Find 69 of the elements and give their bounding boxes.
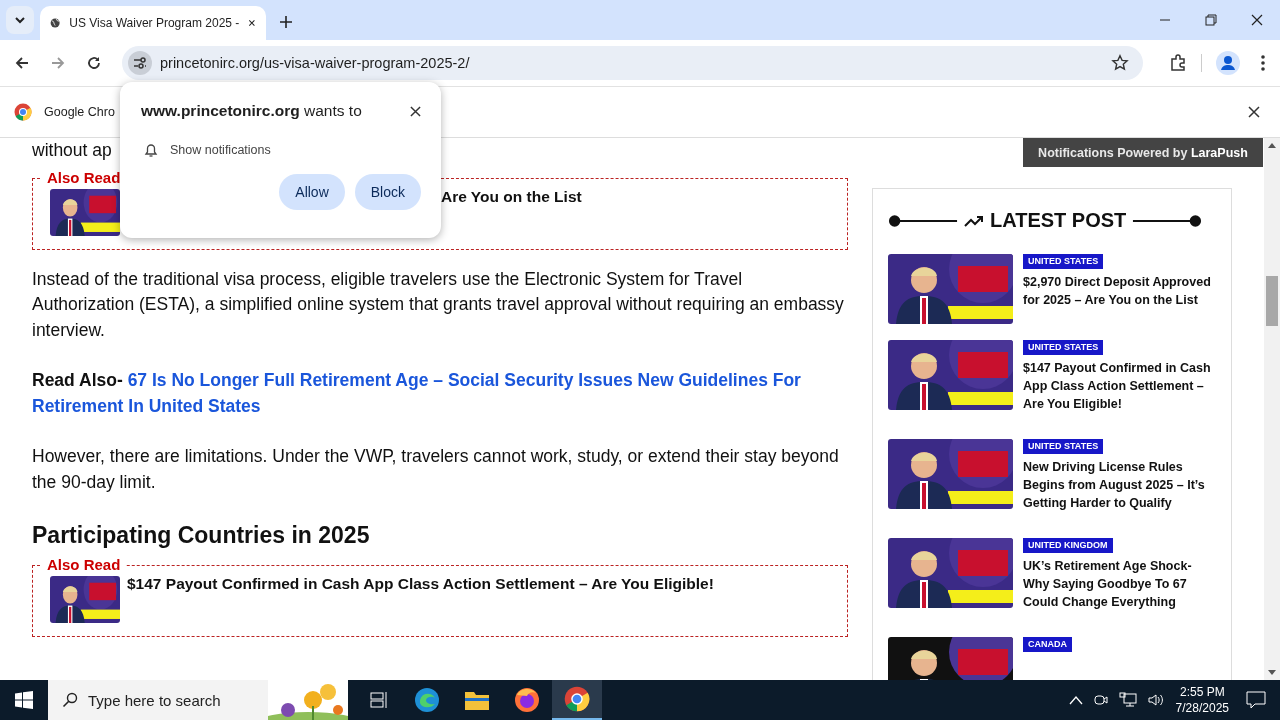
clock-time[interactable]: 2:55 PM xyxy=(1179,684,1225,700)
sidebar-title: LATEST POST xyxy=(990,209,1127,232)
close-icon[interactable] xyxy=(1248,106,1260,118)
bell-icon xyxy=(144,142,158,158)
profile-icon[interactable] xyxy=(1216,51,1240,75)
section-heading: Participating Countries in 2025 xyxy=(32,521,371,550)
scroll-up-icon[interactable] xyxy=(1268,142,1276,148)
notification-banner: Notifications Powered by LaraPush xyxy=(1023,138,1263,167)
windows-icon[interactable] xyxy=(15,691,33,709)
reload-icon[interactable] xyxy=(86,55,102,71)
post-link[interactable]: UK’s Retirement Age Shock- Why Saying Goodbye To 67 Could Change Everything xyxy=(1023,557,1216,611)
forward-icon[interactable] xyxy=(50,55,66,71)
puzzle-icon[interactable] xyxy=(1169,54,1187,72)
chrome-icon xyxy=(564,686,590,712)
popup-title: www.princetonirc.org wants to xyxy=(141,102,362,120)
edge-icon[interactable] xyxy=(414,687,440,713)
tab-title: US Visa Waiver Program 2025 - xyxy=(69,16,240,30)
close-icon[interactable] xyxy=(1251,14,1263,26)
category-tag[interactable]: CANADA xyxy=(1023,637,1072,652)
permission-label: Show notifications xyxy=(170,143,271,157)
post-link[interactable]: New Driving License Rules Begins from August 2025 – It’s Getting Harder to Qualify xyxy=(1023,458,1216,512)
search-icon xyxy=(62,692,78,708)
chevron-up-icon[interactable] xyxy=(1068,695,1083,705)
paragraph: Instead of the traditional visa process, eligible travelers use the Electronic System for Travel Authorization (ESTA), a simplified online system that grants travel approval without requiring an embassy interview. xyxy=(32,267,845,342)
close-icon[interactable] xyxy=(410,105,421,117)
menu-icon[interactable] xyxy=(1260,54,1266,72)
clock-date[interactable]: 7/28/2025 xyxy=(1175,700,1229,716)
browser-tab[interactable]: US Visa Waiver Program 2025 - xyxy=(40,6,266,40)
site-settings-icon[interactable] xyxy=(132,55,148,71)
trending-icon xyxy=(964,213,984,228)
volume-icon[interactable] xyxy=(1146,692,1165,708)
divider-line xyxy=(1132,213,1203,228)
address-bar[interactable]: princetonirc.org/us-visa-waiver-program-2025-2/ xyxy=(122,46,1143,80)
taskbar-search-field[interactable]: Type here to search xyxy=(48,680,348,720)
taskbar-chrome-button[interactable] xyxy=(552,680,602,720)
star-icon[interactable] xyxy=(1111,54,1129,72)
url-text: princetonirc.org/us-visa-waiver-program-2025-2/ xyxy=(160,55,470,71)
chevron-down-icon xyxy=(14,14,26,26)
paragraph: without ap xyxy=(32,139,112,162)
divider-line xyxy=(888,213,958,228)
close-icon[interactable] xyxy=(248,17,256,29)
back-icon[interactable] xyxy=(14,55,30,71)
folder-icon[interactable] xyxy=(464,689,490,711)
firefox-icon[interactable] xyxy=(514,687,540,713)
post-link[interactable]: $2,970 Direct Deposit Approved for 2025 – Are You on the List xyxy=(1023,273,1216,309)
allow-button[interactable]: Allow xyxy=(279,174,345,210)
search-input[interactable]: Type here to search xyxy=(88,680,268,720)
scrollbar[interactable] xyxy=(1264,138,1280,680)
category-tag[interactable]: UNITED STATES xyxy=(1023,340,1104,355)
infobar-text: Google Chro xyxy=(44,105,115,119)
category-tag[interactable]: UNITED STATES xyxy=(1023,439,1104,454)
block-button[interactable]: Block xyxy=(354,174,421,210)
restore-icon[interactable] xyxy=(1205,14,1217,26)
also-read-link[interactable]: $147 Payout Confirmed in Cash App Class Action Settlement – Are You Eligible! xyxy=(127,575,714,593)
task-view-icon[interactable] xyxy=(370,691,390,709)
category-tag[interactable]: UNITED KINGDOM xyxy=(1023,538,1113,553)
read-also-link[interactable]: Read Also- 67 Is No Longer Full Retirement Age – Social Security Issues New Guidelines For Retirement In United States xyxy=(32,368,848,419)
notification-icon[interactable] xyxy=(1246,691,1266,709)
tab-list-button[interactable] xyxy=(6,6,34,34)
new-tab-icon[interactable] xyxy=(279,15,293,29)
scroll-down-icon[interactable] xyxy=(1268,670,1276,676)
also-read-link[interactable]: Are You on the List xyxy=(441,187,582,206)
scrollbar-thumb[interactable] xyxy=(1266,276,1278,326)
network-icon[interactable] xyxy=(1118,692,1137,708)
paragraph: However, there are limitations. Under the VWP, travelers cannot work, study, or extend their stay beyond the 90-day limit. xyxy=(32,445,840,494)
post-link[interactable]: $147 Payout Confirmed in Cash App Class Action Settlement – Are You Eligible! xyxy=(1023,359,1216,413)
camera-icon[interactable] xyxy=(1092,692,1109,708)
category-tag[interactable]: UNITED STATES xyxy=(1023,254,1104,269)
chrome-icon xyxy=(14,103,32,121)
